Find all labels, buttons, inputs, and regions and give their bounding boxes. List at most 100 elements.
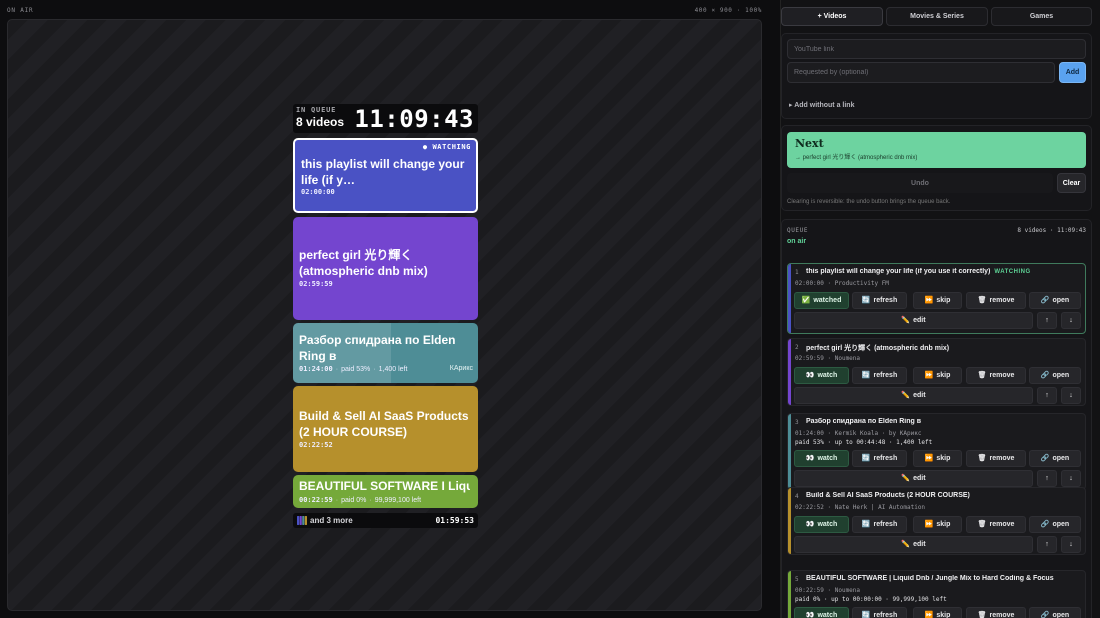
pencil-icon: ✏️ <box>901 475 911 482</box>
watched-icon: ✅ <box>801 297 811 304</box>
overlay-queue-label: IN QUEUE <box>296 106 337 114</box>
remove-button[interactable]: 🗑 remove <box>966 292 1026 309</box>
refresh-icon: 🔄 <box>861 612 871 618</box>
stage-status-label: ON AIR <box>7 7 34 14</box>
queue-item-title: this playlist will change your life (if … <box>806 268 1031 275</box>
skip-icon: ⏩ <box>924 612 934 618</box>
youtube-link-input[interactable] <box>787 39 1086 59</box>
remove-icon: 🗑 <box>977 297 987 304</box>
clear-button[interactable]: Clear <box>1057 173 1086 193</box>
move-down-button[interactable]: ↓ <box>1061 470 1081 487</box>
add-without-link-toggle[interactable]: ▸ Add without a link <box>789 101 854 109</box>
watch-icon: 👀 <box>805 612 815 618</box>
tab-movies-series[interactable]: Movies & Series <box>886 7 988 26</box>
open-icon: 🔗 <box>1040 521 1050 528</box>
watch-button[interactable]: 👀 watch <box>794 367 849 384</box>
watch-button[interactable]: 👀 watch <box>794 607 849 618</box>
queue-item-color-bar <box>788 264 791 333</box>
next-button[interactable]: Next → perfect girl 光り輝く (atmospheric dn… <box>787 132 1086 168</box>
remove-icon: 🗑 <box>977 455 987 462</box>
watch-button[interactable]: 👀 watch <box>794 450 849 467</box>
queue-item-paid-status: paid 53% · up to 00:44:48 · 1,400 left <box>795 439 933 446</box>
edit-button[interactable]: ✏️ edit <box>794 387 1033 404</box>
watch-button[interactable]: 👀 watch <box>794 516 849 533</box>
remove-button[interactable]: 🗑 remove <box>966 607 1026 618</box>
remove-button[interactable]: 🗑 remove <box>966 367 1026 384</box>
refresh-button[interactable]: 🔄 refresh <box>852 367 907 384</box>
overlay-card-duration: 02:22:52 <box>299 441 333 449</box>
pencil-icon: ✏️ <box>901 392 911 399</box>
overlay-card-title: Разбор спидрана по Elden Ring в <box>299 333 456 363</box>
stack-color-swatch <box>304 516 307 525</box>
watch-icon: 👀 <box>805 455 815 462</box>
open-button[interactable]: 🔗 open <box>1029 367 1081 384</box>
overlay-footer: and 3 more 01:59:53 <box>293 513 478 528</box>
skip-button[interactable]: ⏩ skip <box>913 450 962 467</box>
edit-button[interactable]: ✏️ edit <box>794 470 1033 487</box>
skip-icon: ⏩ <box>924 297 934 304</box>
refresh-icon: 🔄 <box>861 372 871 379</box>
remove-button[interactable]: 🗑 remove <box>966 516 1026 533</box>
watched-button[interactable]: ✅ watched <box>794 292 849 309</box>
remove-button[interactable]: 🗑 remove <box>966 450 1026 467</box>
open-button[interactable]: 🔗 open <box>1029 516 1081 533</box>
open-button[interactable]: 🔗 open <box>1029 292 1081 309</box>
move-up-button[interactable]: ↑ <box>1037 470 1057 487</box>
skip-button[interactable]: ⏩ skip <box>913 292 962 309</box>
overlay-total-duration: 01:59:53 <box>435 516 474 525</box>
watching-badge: WATCHING <box>994 269 1031 275</box>
remove-icon: 🗑 <box>977 612 987 618</box>
overlay-card-title: perfect girl 光り輝く (atmospheric dnb mix) <box>299 248 428 278</box>
queue-summary: 8 videos · 11:09:43 <box>1017 227 1086 234</box>
refresh-button[interactable]: 🔄 refresh <box>852 292 907 309</box>
refresh-icon: 🔄 <box>861 297 871 304</box>
tab-videos[interactable]: + Videos <box>781 7 883 26</box>
refresh-button[interactable]: 🔄 refresh <box>852 450 907 467</box>
stack-color-swatch <box>297 516 300 525</box>
overlay-card: ● WATCHING this playlist will change you… <box>293 138 478 213</box>
skip-button[interactable]: ⏩ skip <box>913 367 962 384</box>
open-button[interactable]: 🔗 open <box>1029 450 1081 467</box>
undo-button[interactable]: Undo <box>787 173 1053 193</box>
refresh-button[interactable]: 🔄 refresh <box>852 516 907 533</box>
move-down-button[interactable]: ↓ <box>1061 387 1081 404</box>
queue-item-number: 2 <box>795 344 799 351</box>
skip-button[interactable]: ⏩ skip <box>913 607 962 618</box>
overlay-card-meta: 00:22:59 · paid 0% · 99,999,100 left <box>299 496 422 504</box>
move-up-button[interactable]: ↑ <box>1037 312 1057 329</box>
overlay-queue-count: 8 videos <box>296 115 345 129</box>
skip-icon: ⏩ <box>924 521 934 528</box>
open-icon: 🔗 <box>1040 297 1050 304</box>
edit-button[interactable]: ✏️ edit <box>794 536 1033 553</box>
move-up-button[interactable]: ↑ <box>1037 536 1057 553</box>
overlay-card-duration: 02:59:59 <box>299 280 333 288</box>
queue-item-meta: 00:22:59 · Noumena <box>795 587 861 594</box>
move-down-button[interactable]: ↓ <box>1061 312 1081 329</box>
queue-item-meta: 02:59:59 · Noumena <box>795 355 861 362</box>
queue-item-color-bar <box>788 414 791 489</box>
overlay-card: Разбор спидрана по Elden Ring в 01:24:00… <box>293 323 478 383</box>
add-button[interactable]: Add <box>1059 62 1086 83</box>
queue-item-number: 4 <box>795 493 799 500</box>
stack-color-swatch <box>302 516 305 525</box>
pencil-icon: ✏️ <box>901 541 911 548</box>
watch-icon: 👀 <box>805 372 815 379</box>
queue-item-number: 3 <box>795 419 799 426</box>
edit-button[interactable]: ✏️ edit <box>794 312 1033 329</box>
move-up-button[interactable]: ↑ <box>1037 387 1057 404</box>
queue-item-paid-status: paid 0% · up to 00:00:00 · 99,999,100 le… <box>795 596 947 603</box>
open-icon: 🔗 <box>1040 455 1050 462</box>
move-down-button[interactable]: ↓ <box>1061 536 1081 553</box>
preview-stage: IN QUEUE 8 videos 11:09:43 ● WATCHING th… <box>7 19 762 611</box>
skip-icon: ⏩ <box>924 455 934 462</box>
overlay-card-duration: 02:00:00 <box>301 188 335 196</box>
refresh-button[interactable]: 🔄 refresh <box>852 607 907 618</box>
stage-dimensions-label: 400 × 900 · 100% <box>694 7 762 14</box>
overlay-card: perfect girl 光り輝く (atmospheric dnb mix) … <box>293 217 478 320</box>
requested-by-input[interactable] <box>787 62 1055 83</box>
skip-button[interactable]: ⏩ skip <box>913 516 962 533</box>
overlay-card-title: BEAUTIFUL SOFTWARE I Liquid… <box>299 479 470 493</box>
overlay-card-requester: КАрикс <box>449 365 473 372</box>
tab-games[interactable]: Games <box>991 7 1092 26</box>
open-button[interactable]: 🔗 open <box>1029 607 1081 618</box>
